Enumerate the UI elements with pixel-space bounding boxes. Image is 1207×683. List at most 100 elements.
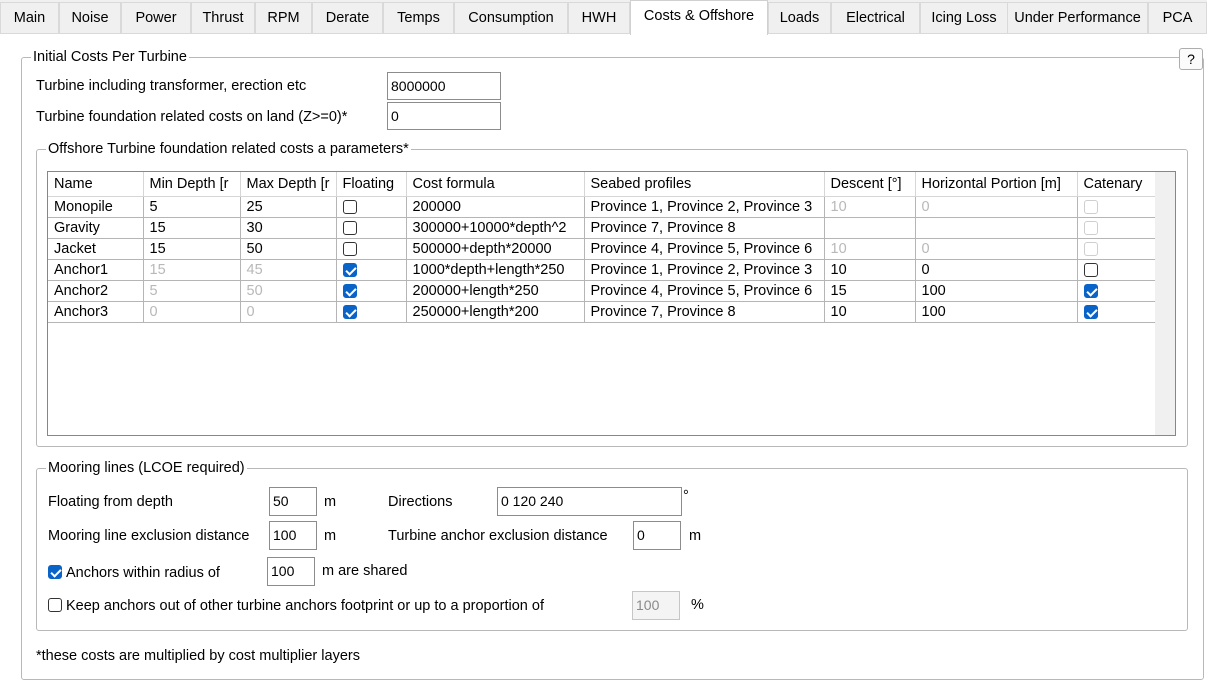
name-cell[interactable]: Anchor1 (48, 259, 144, 281)
horizontal-portion-cell[interactable]: 100 (915, 301, 1078, 323)
footprint-checkbox[interactable] (48, 598, 62, 612)
min-depth-cell[interactable]: 5 (143, 196, 241, 218)
column-header[interactable]: Min Depth [r (143, 172, 241, 197)
catenary-checkbox[interactable] (1083, 262, 1098, 277)
floating-cell[interactable] (336, 259, 407, 281)
min-depth-cell[interactable]: 15 (143, 217, 241, 239)
max-depth-cell[interactable]: 30 (240, 217, 337, 239)
tab-power[interactable]: Power (121, 2, 191, 33)
descent-cell[interactable]: 10 (824, 196, 916, 218)
floating-cell[interactable] (336, 196, 407, 218)
tab-consumption[interactable]: Consumption (454, 2, 568, 33)
column-header[interactable]: Descent [°] (824, 172, 916, 197)
tab-costs-offshore[interactable]: Costs & Offshore (630, 0, 768, 35)
min-depth-cell[interactable]: 15 (143, 259, 241, 281)
seabed-profiles-cell[interactable]: Province 4, Province 5, Province 6 (584, 238, 825, 260)
mooring-exclusion-input[interactable]: 100 (269, 521, 317, 550)
tab-temps[interactable]: Temps (383, 2, 454, 33)
min-depth-cell[interactable]: 5 (143, 280, 241, 302)
name-cell[interactable]: Anchor3 (48, 301, 144, 323)
cost-formula-cell[interactable]: 250000+length*200 (406, 301, 585, 323)
anchor-exclusion-input[interactable]: 0 (633, 521, 681, 550)
column-header[interactable]: Max Depth [r (240, 172, 337, 197)
floating-checkbox[interactable] (342, 241, 357, 256)
max-depth-cell[interactable]: 50 (240, 238, 337, 260)
tab-derate[interactable]: Derate (312, 2, 383, 33)
catenary-cell[interactable] (1077, 259, 1157, 281)
anchors-shared-checkbox[interactable] (48, 565, 62, 579)
max-depth-cell[interactable]: 0 (240, 301, 337, 323)
column-header[interactable]: Horizontal Portion [m] (915, 172, 1078, 197)
tab-loads[interactable]: Loads (768, 2, 831, 33)
floating-cell[interactable] (336, 280, 407, 302)
floating-checkbox[interactable] (342, 220, 357, 235)
tab-noise[interactable]: Noise (59, 2, 121, 33)
horizontal-portion-cell[interactable]: 100 (915, 280, 1078, 302)
table-row[interactable]: Jacket 15 50 500000+depth*20000 Province 4, … (48, 238, 1157, 260)
column-header[interactable]: Catenary (1077, 172, 1157, 197)
max-depth-cell[interactable]: 50 (240, 280, 337, 302)
foundation-grid[interactable]: Name Min Depth [r Max Depth [r Floating Cost… (47, 171, 1176, 436)
cost-formula-cell[interactable]: 200000 (406, 196, 585, 218)
max-depth-cell[interactable]: 45 (240, 259, 337, 281)
catenary-cell[interactable] (1077, 238, 1157, 260)
tab-pca[interactable]: PCA (1148, 2, 1207, 33)
horizontal-portion-cell[interactable]: 0 (915, 196, 1078, 218)
floating-cell[interactable] (336, 238, 407, 260)
min-depth-cell[interactable]: 15 (143, 238, 241, 260)
descent-cell[interactable]: 10 (824, 259, 916, 281)
name-cell[interactable]: Monopile (48, 196, 144, 218)
turbine-cost-input[interactable]: 8000000 (387, 72, 501, 100)
horizontal-portion-cell[interactable] (915, 217, 1078, 239)
help-button[interactable]: ? (1179, 48, 1203, 70)
descent-cell[interactable]: 10 (824, 301, 916, 323)
grid-vertical-scrollbar[interactable] (1155, 172, 1175, 435)
descent-cell[interactable]: 10 (824, 238, 916, 260)
name-cell[interactable]: Anchor2 (48, 280, 144, 302)
catenary-cell[interactable] (1077, 217, 1157, 239)
cost-formula-cell[interactable]: 300000+10000*depth^2 (406, 217, 585, 239)
seabed-profiles-cell[interactable]: Province 7, Province 8 (584, 301, 825, 323)
table-row[interactable]: Anchor3 0 0 250000+length*200 Province 7, Pr… (48, 301, 1157, 323)
min-depth-cell[interactable]: 0 (143, 301, 241, 323)
name-cell[interactable]: Jacket (48, 238, 144, 260)
floating-depth-input[interactable]: 50 (269, 487, 317, 516)
seabed-profiles-cell[interactable]: Province 1, Province 2, Province 3 (584, 259, 825, 281)
descent-cell[interactable] (824, 217, 916, 239)
floating-checkbox[interactable] (342, 283, 357, 298)
tab-hwh[interactable]: HWH (568, 2, 630, 33)
catenary-cell[interactable] (1077, 301, 1157, 323)
column-header[interactable]: Name (48, 172, 144, 197)
anchors-shared-radius-input[interactable]: 100 (267, 557, 315, 586)
catenary-checkbox[interactable] (1083, 283, 1098, 298)
directions-input[interactable]: 0 120 240 (497, 487, 682, 516)
cost-formula-cell[interactable]: 1000*depth+length*250 (406, 259, 585, 281)
column-header[interactable]: Cost formula (406, 172, 585, 197)
cost-formula-cell[interactable]: 500000+depth*20000 (406, 238, 585, 260)
tab-thrust[interactable]: Thrust (191, 2, 255, 33)
horizontal-portion-cell[interactable]: 0 (915, 238, 1078, 260)
catenary-cell[interactable] (1077, 280, 1157, 302)
foundation-cost-input[interactable]: 0 (387, 102, 501, 130)
floating-cell[interactable] (336, 217, 407, 239)
max-depth-cell[interactable]: 25 (240, 196, 337, 218)
floating-checkbox[interactable] (342, 199, 357, 214)
column-header[interactable]: Floating (336, 172, 407, 197)
table-row[interactable]: Monopile 5 25 200000 Province 1, Province 2,… (48, 196, 1157, 218)
table-row[interactable]: Anchor2 5 50 200000+length*250 Province 4, P… (48, 280, 1157, 302)
cost-formula-cell[interactable]: 200000+length*250 (406, 280, 585, 302)
seabed-profiles-cell[interactable]: Province 7, Province 8 (584, 217, 825, 239)
floating-checkbox[interactable] (342, 304, 357, 319)
tab-main[interactable]: Main (0, 2, 59, 33)
descent-cell[interactable]: 15 (824, 280, 916, 302)
tab-icing-loss[interactable]: Icing Loss (920, 2, 1008, 33)
tab-rpm[interactable]: RPM (255, 2, 312, 33)
table-row[interactable]: Gravity 15 30 300000+10000*depth^2 Province … (48, 217, 1157, 239)
horizontal-portion-cell[interactable]: 0 (915, 259, 1078, 281)
floating-cell[interactable] (336, 301, 407, 323)
column-header[interactable]: Seabed profiles (584, 172, 825, 197)
seabed-profiles-cell[interactable]: Province 1, Province 2, Province 3 (584, 196, 825, 218)
name-cell[interactable]: Gravity (48, 217, 144, 239)
table-row[interactable]: Anchor1 15 45 1000*depth+length*250 Province… (48, 259, 1157, 281)
tab-under-performance[interactable]: Under Performance (1007, 2, 1148, 33)
